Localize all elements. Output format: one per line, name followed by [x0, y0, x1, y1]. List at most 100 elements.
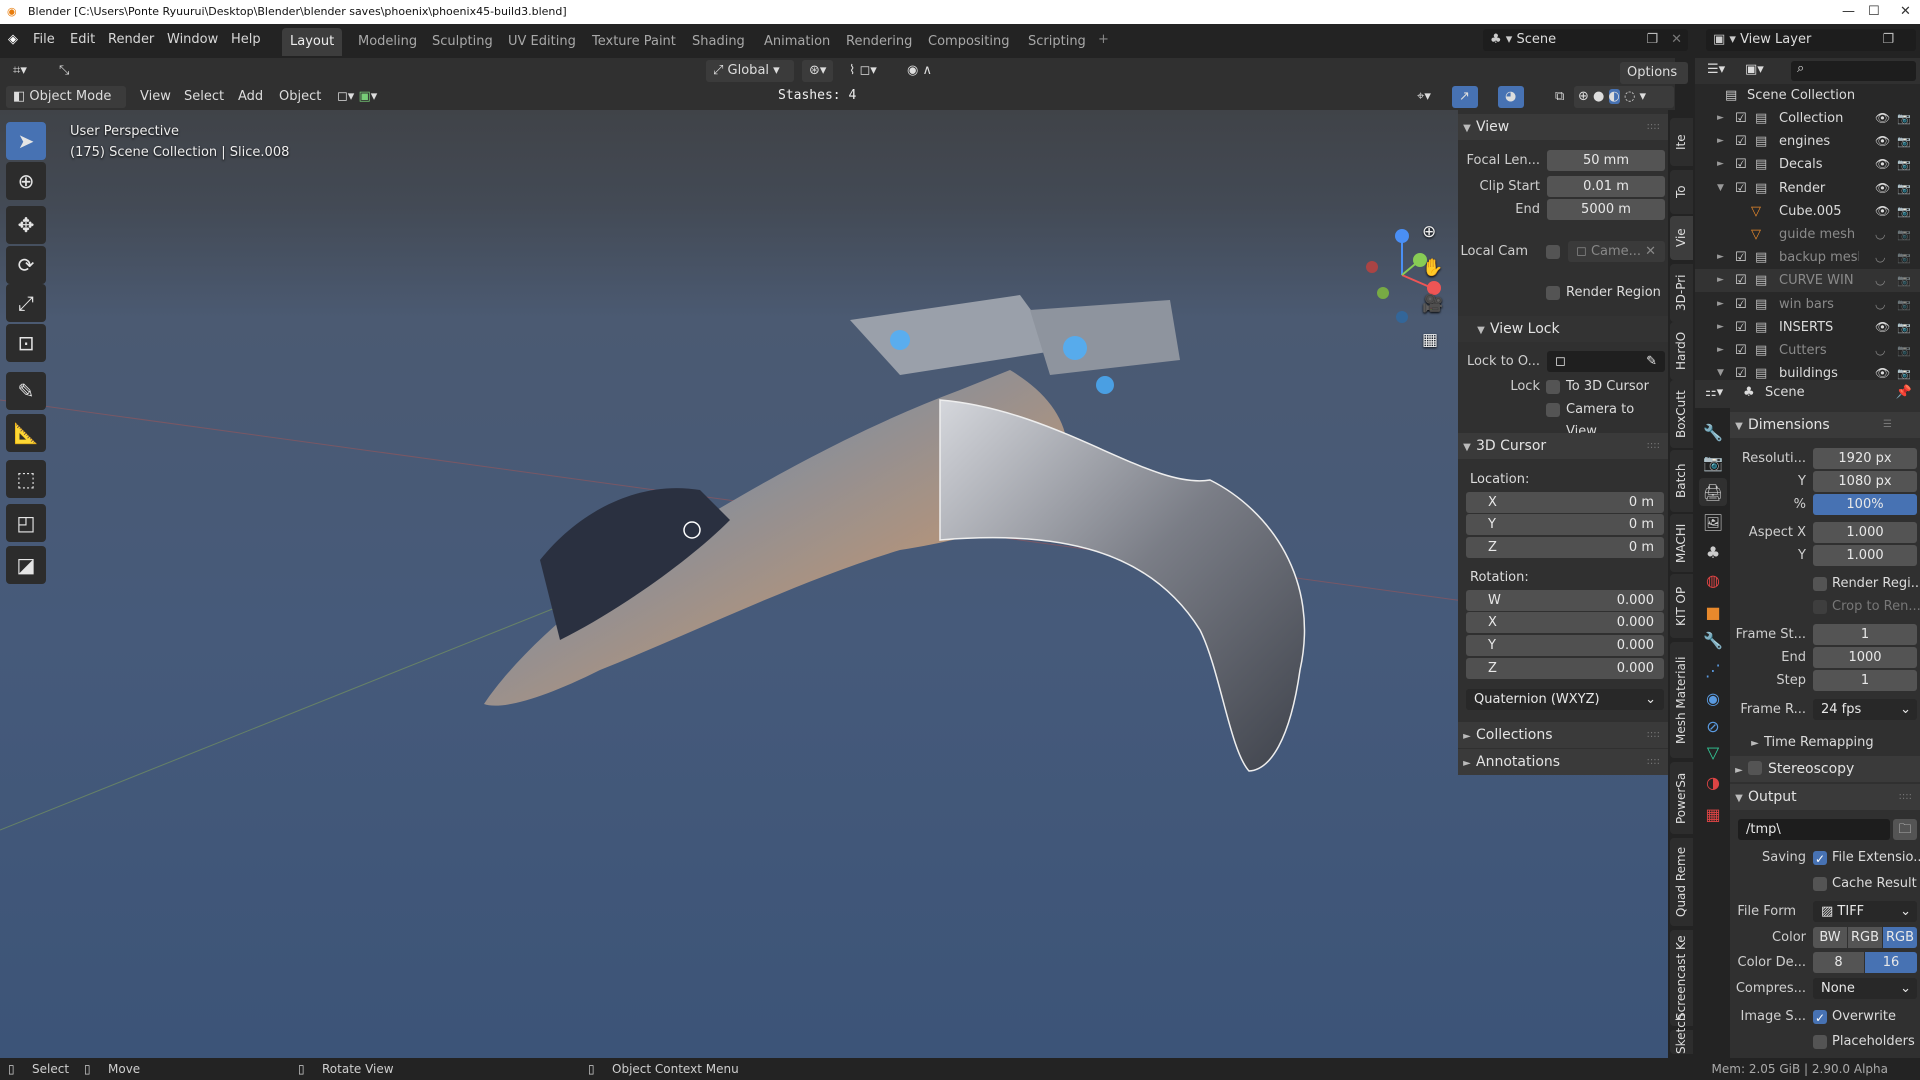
cursor-rotation-w[interactable]: W 0.000 — [1466, 590, 1664, 611]
overwrite-checkbox[interactable] — [1813, 1007, 1827, 1029]
render-camera-icon[interactable]: 📷 — [1897, 223, 1911, 246]
zoom-icon[interactable]: ⊕ — [1422, 222, 1436, 242]
tool-transform[interactable]: ⊡ — [6, 324, 46, 362]
render-camera-icon[interactable]: 📷 — [1897, 246, 1911, 269]
viewport-menu-object[interactable]: Object — [272, 86, 328, 108]
3d-viewport[interactable]: ➤ ⊕ ✥ ⟳ ⤢ ⊡ ✎ 📐 ⬚ ◰ ◪ User Perspective (175) Scene… — [0, 110, 1675, 1058]
duplicate-view-layer-icon[interactable]: ❐ — [1882, 29, 1894, 51]
color-depth-16-button[interactable]: 16 — [1865, 952, 1917, 973]
tab-texture-paint[interactable]: Texture Paint — [584, 28, 684, 56]
tool-select-box[interactable]: ➤ — [6, 122, 46, 160]
data-icon[interactable]: ▽ — [1699, 738, 1727, 766]
transform-tool-icon[interactable]: ⤡ — [52, 60, 76, 82]
resolution-y-field[interactable]: 1080 px — [1813, 471, 1917, 492]
cache-result-checkbox[interactable] — [1813, 877, 1827, 891]
world-icon[interactable]: ◍ — [1699, 566, 1727, 594]
expand-arrow-icon[interactable]: ► — [1717, 293, 1724, 316]
cursor-rotation-z[interactable]: Z 0.000 — [1466, 658, 1664, 679]
dimensions-panel-header[interactable]: ▼ Dimensions ☰ — [1730, 412, 1920, 438]
particles-icon[interactable]: ⋰ — [1699, 656, 1727, 684]
local-camera-field[interactable]: ◻ Came... ✕ — [1568, 241, 1665, 262]
orientation-dropdown[interactable]: ⤢ Global ▾ — [706, 60, 794, 82]
sidebar-tab-powersa[interactable]: PowerSa — [1670, 762, 1693, 834]
include-checkbox[interactable]: ☑ — [1735, 316, 1747, 339]
view-layer-filter-dropdown[interactable]: ▣▾ — [1745, 62, 1764, 77]
3d-cursor-panel-header[interactable]: ▼ 3D Cursor:::: — [1458, 433, 1668, 459]
render-camera-icon[interactable]: 📷 — [1897, 339, 1911, 362]
eye-closed-icon[interactable]: ◡ — [1875, 339, 1885, 362]
sidebar-tab-batch[interactable]: Batch — [1670, 450, 1693, 512]
options-dropdown[interactable]: Options ▾ — [1620, 62, 1688, 102]
render-camera-icon[interactable]: 📷 — [1897, 153, 1911, 176]
stereoscopy-panel-header[interactable]: ► Stereoscopy — [1730, 756, 1920, 782]
add-workspace-button[interactable]: + — [1098, 32, 1109, 47]
clip-end-field[interactable]: 5000 m — [1547, 199, 1665, 220]
output-icon[interactable]: 🖨 — [1699, 478, 1727, 506]
viewport-menu-add[interactable]: Add — [231, 86, 270, 108]
blender-menu-icon[interactable]: ◈ — [8, 32, 18, 47]
aspect-y-field[interactable]: 1.000 — [1813, 545, 1917, 566]
xray-toggle[interactable]: ⧉ — [1548, 86, 1571, 108]
eye-icon[interactable]: 👁 — [1875, 107, 1890, 130]
pivot-dropdown[interactable]: ⊛▾ — [802, 60, 834, 82]
eye-icon[interactable]: 👁 — [1875, 200, 1890, 223]
close-button[interactable]: ✕ — [1900, 0, 1911, 24]
frame-rate-dropdown[interactable]: 24 fps ⌄ — [1813, 699, 1917, 720]
sidebar-tab-hardo[interactable]: HardO — [1670, 322, 1693, 380]
minimize-button[interactable]: — — [1842, 0, 1855, 24]
ortho-grid-icon[interactable]: ▦ — [1422, 330, 1438, 350]
sidebar-tab-kit-op[interactable]: KIT OP — [1670, 574, 1693, 638]
outliner-item[interactable]: ► ☑ ▤ CURVE WIN ◡ 📷 — [1695, 269, 1920, 293]
tab-rendering[interactable]: Rendering — [838, 28, 920, 56]
outliner-item[interactable]: ► ☑ ▤ Collection 👁 📷 — [1695, 107, 1920, 130]
output-path-field[interactable]: /tmp\ — [1738, 819, 1890, 840]
file-format-dropdown[interactable]: ▨ TIFF ⌄ — [1813, 901, 1917, 922]
render-icon[interactable]: 📷 — [1699, 448, 1727, 476]
crop-checkbox[interactable] — [1813, 600, 1827, 614]
outliner-item[interactable]: ► ☑ ▤ engines 👁 📷 — [1695, 130, 1920, 153]
eye-icon[interactable]: 👁 — [1875, 153, 1890, 176]
color-rgb-button[interactable]: RGB — [1848, 927, 1882, 948]
viewport-menu-view[interactable]: View — [133, 86, 178, 108]
expand-arrow-icon[interactable]: ► — [1717, 246, 1724, 269]
outliner-item[interactable]: ▽ Cube.005 👁 📷 — [1695, 200, 1920, 223]
rotation-mode-dropdown[interactable]: Quaternion (WXYZ) ⌄ — [1466, 689, 1664, 710]
sidebar-tab-ite[interactable]: Ite — [1670, 118, 1693, 166]
shading-mode-buttons[interactable]: ⊕ ● ◐ ◌ ▾ — [1574, 86, 1674, 108]
menu-file[interactable]: File — [33, 32, 55, 47]
snap-toggle[interactable]: ⌇ ◻▾ — [842, 60, 884, 82]
render-camera-icon[interactable]: 📷 — [1897, 269, 1911, 292]
tab-sculpting[interactable]: Sculpting — [424, 28, 501, 56]
color-rgba-button[interactable]: RGB — [1883, 927, 1917, 948]
menu-window[interactable]: Window — [167, 32, 218, 47]
outliner-item[interactable]: ► ☑ ▤ backup mesh ◡ 📷 — [1695, 246, 1920, 269]
expand-arrow-icon[interactable]: ► — [1717, 153, 1724, 176]
collapse-arrow-icon[interactable]: ▼ — [1717, 177, 1724, 200]
menu-render[interactable]: Render — [108, 32, 154, 47]
view-lock-header[interactable]: ▼ View Lock — [1458, 316, 1668, 342]
outliner-item[interactable]: ► ☑ ▤ Cutters ◡ 📷 — [1695, 339, 1920, 362]
modifier-icon[interactable]: 🔧 — [1699, 626, 1727, 654]
material-icon[interactable]: ◑ — [1699, 768, 1727, 796]
output-panel-header[interactable]: ▼ Output:::: — [1730, 784, 1920, 810]
tab-scripting[interactable]: Scripting — [1020, 28, 1094, 56]
expand-arrow-icon[interactable]: ► — [1717, 107, 1724, 130]
outliner-item[interactable]: ► ☑ ▤ Decals 👁 📷 — [1695, 153, 1920, 176]
editor-type-button[interactable]: ⌗▾ — [6, 60, 34, 82]
cursor-rotation-y[interactable]: Y 0.000 — [1466, 635, 1664, 656]
tool-extrude-region[interactable]: ◰ — [6, 504, 46, 542]
render-camera-icon[interactable]: 📷 — [1897, 293, 1911, 316]
gizmo-visibility-toggle[interactable]: ↗ — [1452, 86, 1478, 108]
include-checkbox[interactable]: ☑ — [1735, 339, 1747, 362]
expand-arrow-icon[interactable]: ► — [1717, 316, 1724, 339]
wireframe-shading-icon[interactable]: ⊕ — [1578, 89, 1589, 104]
time-remapping-subpanel[interactable]: ► Time Remapping — [1730, 732, 1920, 754]
overlays-toggle[interactable]: ◕ — [1498, 86, 1524, 108]
render-camera-icon[interactable]: 📷 — [1897, 107, 1911, 130]
lock-to-3d-cursor-checkbox[interactable] — [1546, 380, 1560, 394]
object-mode-dropdown[interactable]: ◧ Object Mode ▾ — [6, 86, 126, 126]
render-region-checkbox[interactable] — [1546, 286, 1560, 300]
eye-closed-icon[interactable]: ◡ — [1875, 293, 1885, 316]
render-camera-icon[interactable]: 📷 — [1897, 316, 1911, 339]
frame-start-field[interactable]: 1 — [1813, 624, 1917, 645]
